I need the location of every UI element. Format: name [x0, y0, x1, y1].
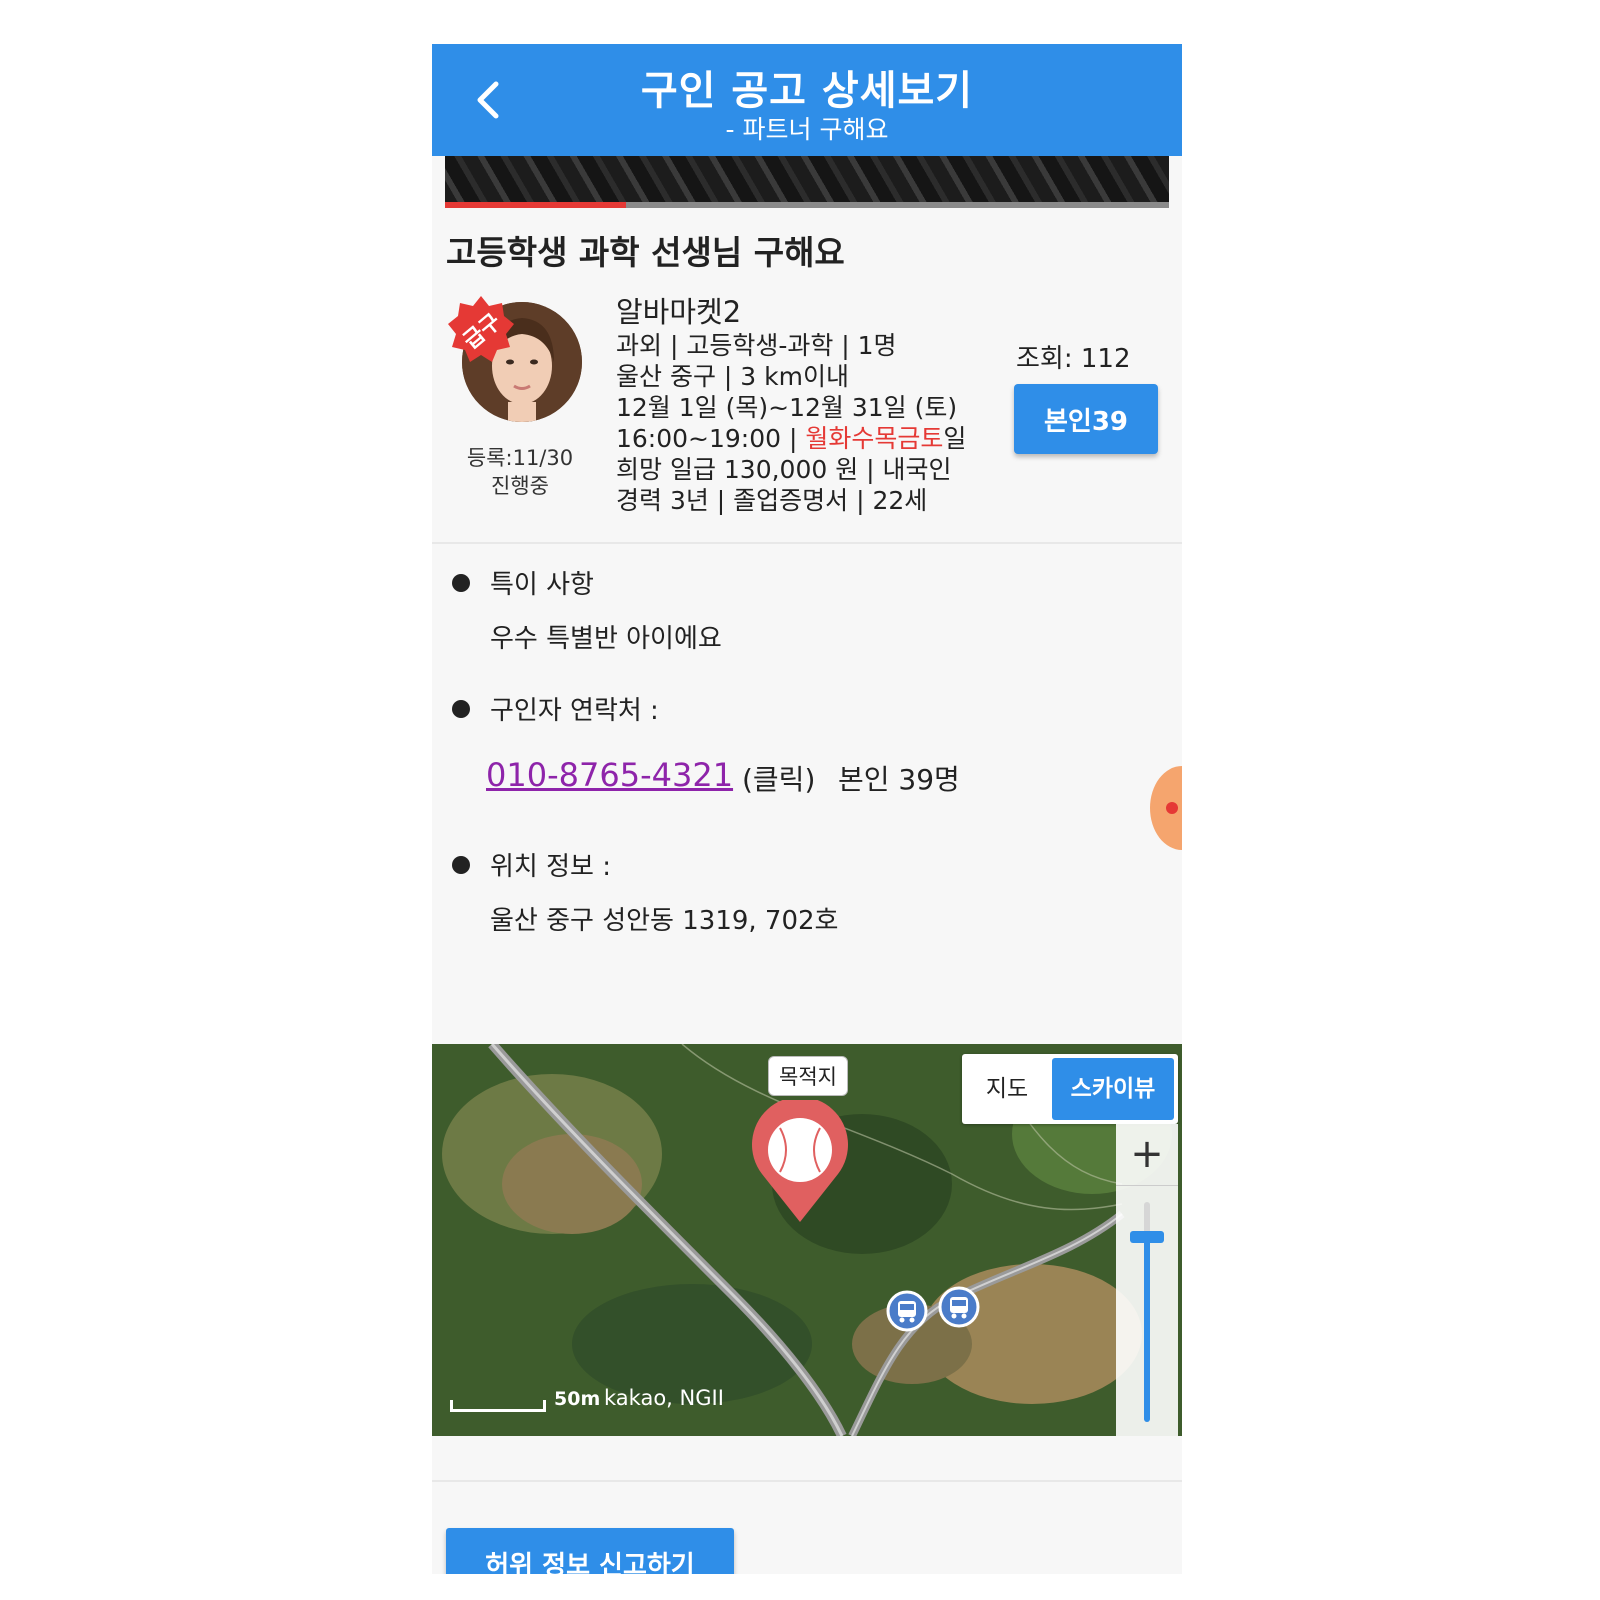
app-screen: 구인 공고 상세보기 - 파트너 구해요 고등학생 과학 선생님 구해요 급구	[432, 44, 1182, 1574]
date-range: 12월 1일 (목)~12월 31일 (토)	[616, 393, 958, 422]
click-hint: (클릭)	[742, 763, 816, 796]
category-line: 과외 | 고등학생-과학 | 1명	[616, 331, 897, 360]
scale-bar	[450, 1400, 546, 1412]
bullet-icon	[452, 856, 470, 874]
zoom-slider-handle[interactable]	[1130, 1231, 1164, 1244]
map-type-map-button[interactable]: 지도	[962, 1054, 1052, 1124]
map-copyright: kakao, NGII	[604, 1386, 724, 1410]
map-type-toggle: 지도 스카이뷰	[962, 1054, 1178, 1124]
page-title: 구인 공고 상세보기	[640, 68, 974, 114]
address: 울산 중구 성안동 1319, 702호	[490, 906, 839, 936]
video-player[interactable]	[445, 156, 1169, 208]
schedule-line: 16:00~19:00 | 월화수목금토일	[616, 423, 986, 454]
urgent-badge: 급구	[446, 294, 516, 364]
weekdays: 월화수목금토	[805, 424, 944, 453]
video-progress-fill	[445, 202, 626, 208]
video-progress-bar[interactable]	[445, 202, 1169, 208]
post-title: 고등학생 과학 선생님 구해요	[446, 233, 845, 272]
bullet-icon	[452, 700, 470, 718]
time-range: 16:00~19:00 |	[616, 424, 806, 453]
job-info: 알바마켓2 과외 | 고등학생-과학 | 1명 울산 중구 | 3 km이내 1…	[616, 294, 986, 516]
divider	[432, 542, 1182, 544]
baseball-icon	[768, 1118, 832, 1182]
view-count: 조회: 112	[1016, 344, 1131, 374]
floating-action-button[interactable]	[1150, 766, 1182, 850]
zoom-slider-fill	[1144, 1237, 1150, 1422]
location-label: 위치 정보 :	[490, 852, 611, 882]
verify-button[interactable]: 본인39	[1014, 384, 1158, 454]
bus-stop-icon[interactable]	[886, 1290, 928, 1332]
map-type-skyview-button[interactable]: 스카이뷰	[1052, 1058, 1174, 1120]
bus-stop-icon[interactable]	[938, 1286, 980, 1328]
registration-date: 등록:11/30	[466, 446, 574, 470]
career-line: 경력 3년 | 졸업증명서 | 22세	[616, 486, 928, 515]
contact-label: 구인자 연락처 :	[490, 696, 659, 726]
phone-number-link[interactable]: 010-8765-4321	[486, 756, 733, 794]
profile-avatar-area: 급구	[448, 296, 582, 422]
map-view[interactable]: 목적지 지도 스카이뷰 + 50m kakao, NGII	[432, 1044, 1182, 1436]
verified-count: 본인 39명	[838, 763, 960, 796]
zoom-control: +	[1116, 1124, 1178, 1436]
notes-value: 우수 특별반 아이에요	[490, 624, 722, 654]
pay-line: 희망 일급 130,000 원 | 내국인	[616, 455, 952, 484]
status-badge: 진행중	[491, 474, 549, 498]
zoom-in-icon[interactable]: +	[1116, 1124, 1178, 1186]
divider	[432, 1480, 1182, 1482]
bullet-icon	[452, 574, 470, 592]
weekday-suffix: 일	[943, 424, 967, 453]
destination-label: 목적지	[768, 1056, 848, 1096]
location-line: 울산 중구 | 3 km이내	[616, 362, 849, 391]
header-bar: 구인 공고 상세보기 - 파트너 구해요	[432, 44, 1182, 156]
scale-label: 50m	[554, 1388, 601, 1410]
employer-name: 알바마켓2	[616, 295, 742, 329]
page-subtitle: - 파트너 구해요	[725, 115, 889, 144]
map-pin-icon[interactable]	[748, 1100, 852, 1228]
report-false-info-button[interactable]: 허위 정보 신고하기	[446, 1528, 734, 1574]
notes-label: 특이 사항	[490, 570, 594, 600]
